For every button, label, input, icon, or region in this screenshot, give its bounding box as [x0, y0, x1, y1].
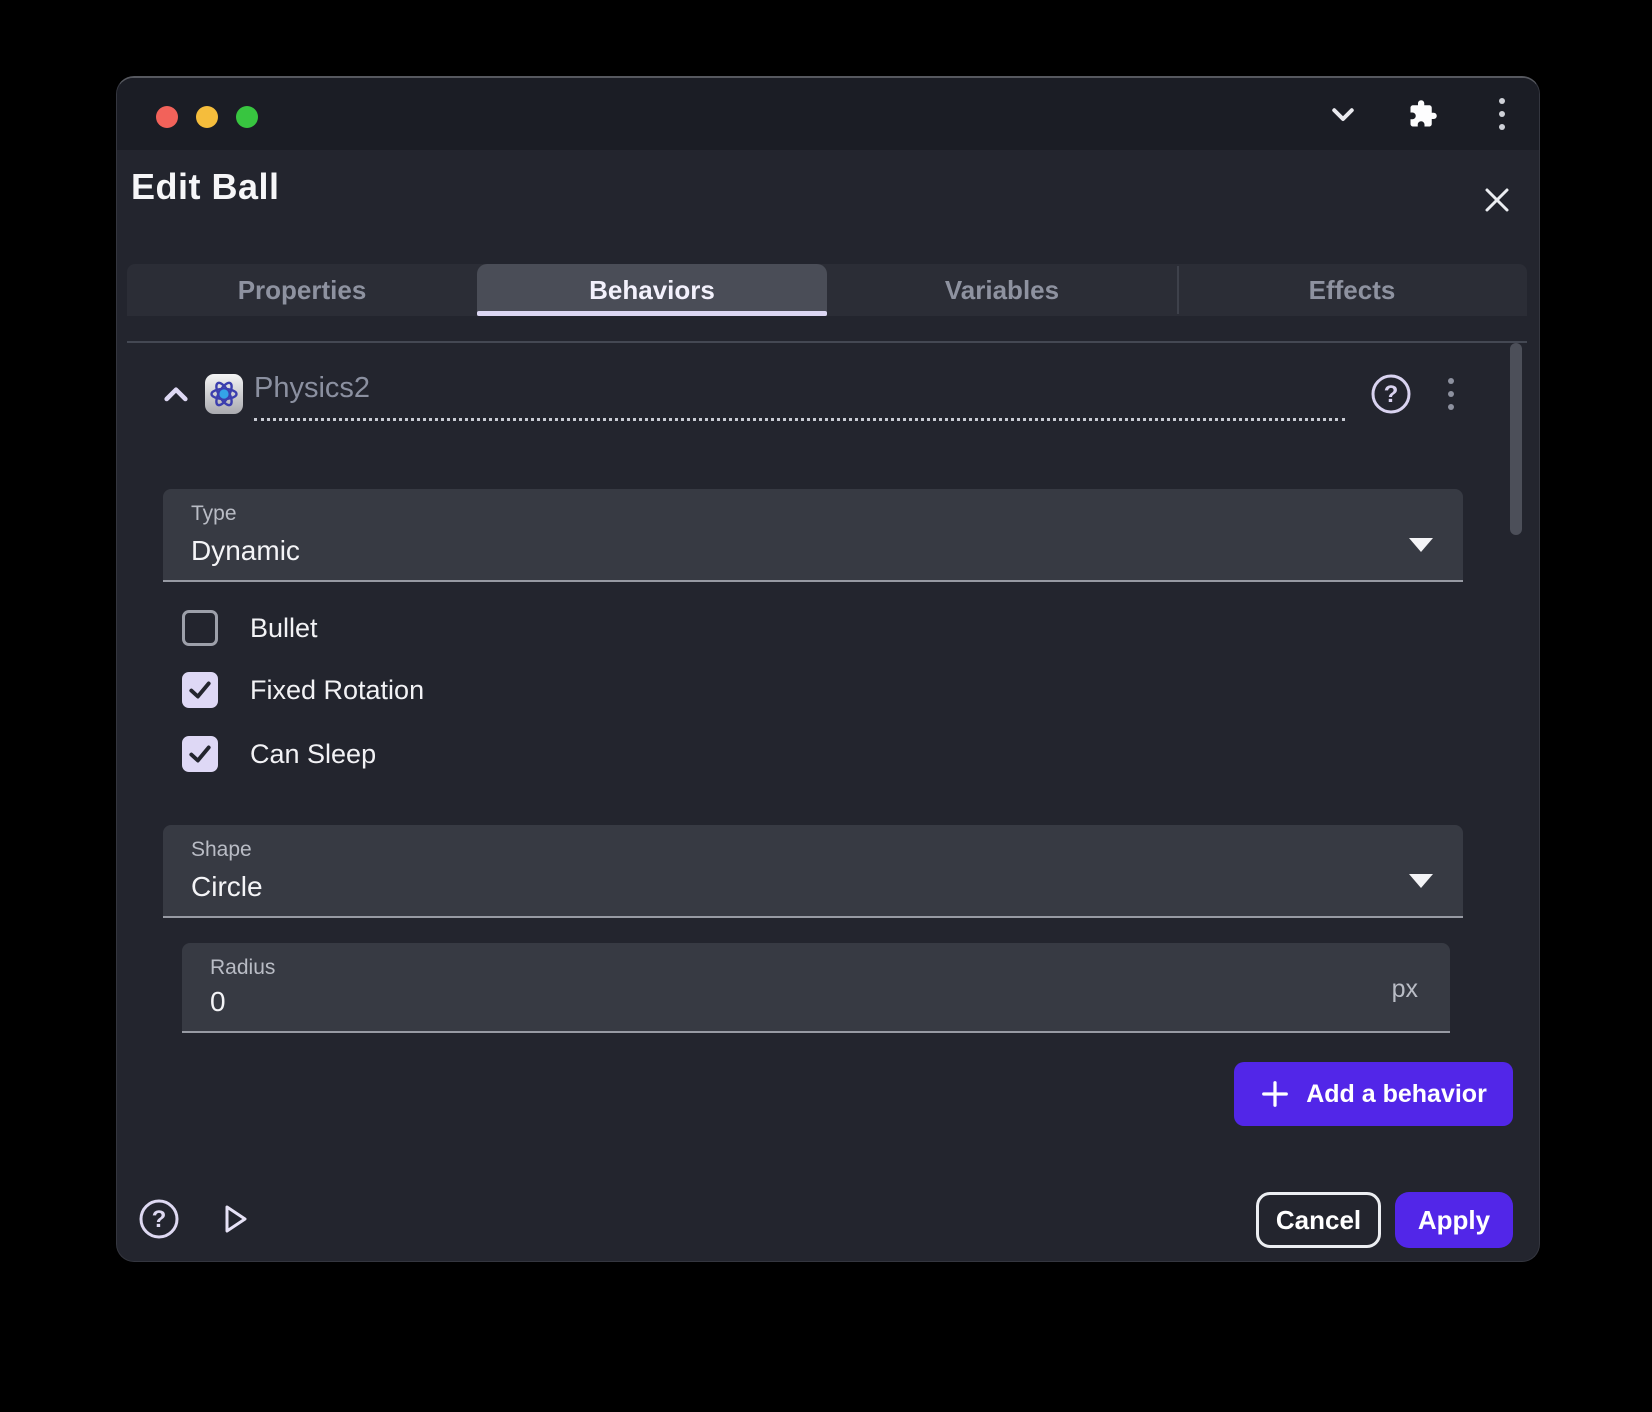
- tab-label: Effects: [1309, 275, 1396, 306]
- radius-input[interactable]: Radius 0 px: [182, 943, 1450, 1033]
- field-value: Circle: [191, 871, 263, 903]
- checkbox[interactable]: [182, 610, 218, 646]
- caret-down-icon: [1409, 538, 1433, 552]
- svg-text:?: ?: [1384, 381, 1399, 408]
- help-icon[interactable]: ?: [1369, 372, 1413, 416]
- add-behavior-button[interactable]: Add a behavior: [1234, 1062, 1513, 1126]
- close-icon[interactable]: [1475, 178, 1519, 222]
- screen: Edit Ball Properties Behaviors Variables…: [0, 0, 1652, 1412]
- plus-icon: [1260, 1079, 1290, 1109]
- svg-text:?: ?: [152, 1206, 167, 1233]
- shape-dropdown[interactable]: Shape Circle: [163, 825, 1463, 918]
- kebab-menu-icon[interactable]: [1439, 374, 1463, 414]
- puzzle-icon[interactable]: [1403, 94, 1443, 134]
- behavior-name-field[interactable]: Physics2: [254, 372, 1345, 421]
- close-traffic-light[interactable]: [156, 106, 178, 128]
- field-value: Dynamic: [191, 535, 300, 567]
- apply-button[interactable]: Apply: [1395, 1192, 1513, 1248]
- tab-label: Variables: [945, 275, 1059, 306]
- checkbox[interactable]: [182, 736, 218, 772]
- unit-label: px: [1392, 975, 1418, 1004]
- tab-label: Properties: [238, 275, 367, 306]
- tab-variables[interactable]: Variables: [827, 264, 1177, 316]
- fixed-rotation-checkbox-row[interactable]: Fixed Rotation: [182, 671, 424, 709]
- field-label: Shape: [191, 838, 252, 862]
- bullet-checkbox-row[interactable]: Bullet: [182, 609, 318, 647]
- checkbox-label: Bullet: [250, 613, 318, 644]
- atom-icon: [205, 374, 243, 414]
- checkbox-label: Can Sleep: [250, 739, 376, 770]
- edit-ball-window: Edit Ball Properties Behaviors Variables…: [116, 76, 1540, 1262]
- zoom-traffic-light[interactable]: [236, 106, 258, 128]
- add-behavior-label: Add a behavior: [1306, 1080, 1487, 1109]
- cancel-button[interactable]: Cancel: [1256, 1192, 1381, 1248]
- tab-bar: Properties Behaviors Variables Effects: [127, 264, 1527, 316]
- chevron-up-icon[interactable]: [155, 374, 197, 416]
- type-dropdown[interactable]: Type Dynamic: [163, 489, 1463, 582]
- scrollbar-thumb[interactable]: [1510, 343, 1522, 535]
- behaviors-panel-border: [127, 341, 1527, 343]
- field-label: Type: [191, 502, 237, 526]
- chevron-down-icon[interactable]: [1323, 94, 1363, 134]
- can-sleep-checkbox-row[interactable]: Can Sleep: [182, 735, 376, 773]
- minimize-traffic-light[interactable]: [196, 106, 218, 128]
- tab-behaviors[interactable]: Behaviors: [477, 264, 827, 316]
- tab-properties[interactable]: Properties: [127, 264, 477, 316]
- tab-effects[interactable]: Effects: [1177, 264, 1527, 316]
- play-icon[interactable]: [213, 1197, 257, 1241]
- cancel-label: Cancel: [1276, 1205, 1361, 1236]
- checkbox[interactable]: [182, 672, 218, 708]
- apply-label: Apply: [1418, 1205, 1490, 1236]
- caret-down-icon: [1409, 874, 1433, 888]
- titlebar: [117, 78, 1539, 150]
- field-label: Radius: [210, 956, 275, 980]
- field-value: 0: [210, 986, 226, 1018]
- dialog-title: Edit Ball: [131, 166, 280, 208]
- tab-label: Behaviors: [589, 275, 715, 306]
- kebab-menu-icon[interactable]: [1482, 94, 1522, 134]
- checkbox-label: Fixed Rotation: [250, 675, 424, 706]
- help-icon[interactable]: ?: [137, 1197, 181, 1241]
